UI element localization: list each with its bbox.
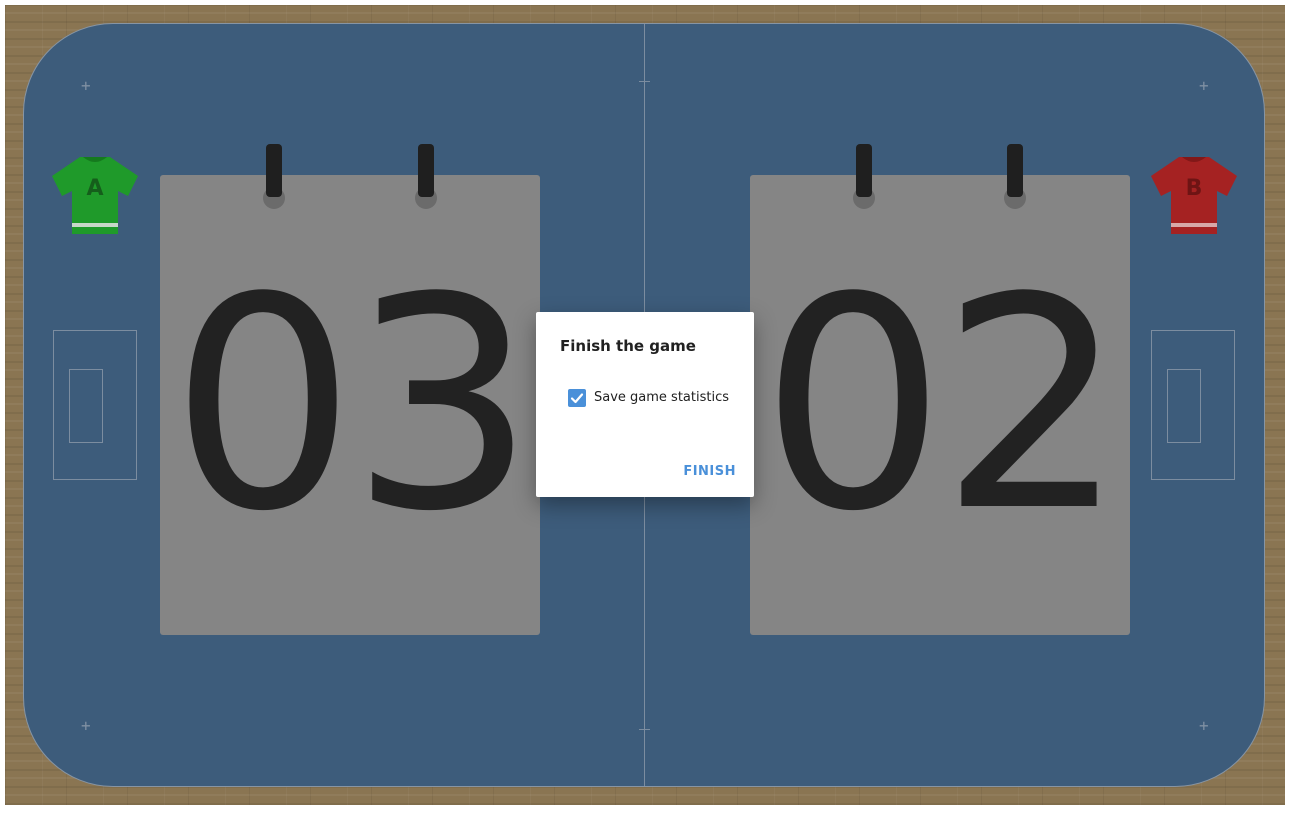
goal-area-left <box>53 330 137 480</box>
team-b-jersey-stripe <box>1171 223 1217 227</box>
team-a-card-clip-left <box>266 144 282 197</box>
save-statistics-checkbox[interactable] <box>568 389 586 407</box>
corner-mark-top-left: + <box>81 76 91 95</box>
goal-box-right <box>1167 369 1201 443</box>
team-b-jersey-letter: B <box>1186 176 1203 201</box>
finish-button[interactable]: FINISH <box>683 464 736 479</box>
goal-area-right <box>1151 330 1235 480</box>
team-a-score: 03 <box>170 235 536 575</box>
team-b-score: 02 <box>760 235 1126 575</box>
team-a-score-card[interactable]: 03 <box>160 175 540 635</box>
corner-mark-top-right: + <box>1199 76 1209 95</box>
team-a-jersey-letter: A <box>86 176 103 201</box>
center-tick-top <box>639 81 650 82</box>
corner-mark-bottom-left: + <box>81 716 91 735</box>
team-a-jersey-icon[interactable]: A <box>50 154 140 236</box>
team-b-card-clip-right <box>1007 144 1023 197</box>
team-b-jersey-icon[interactable]: B <box>1149 154 1239 236</box>
team-b-card-clip-left <box>856 144 872 197</box>
checkmark-icon <box>570 393 584 404</box>
team-a-jersey-stripe <box>72 223 118 227</box>
save-statistics-label[interactable]: Save game statistics <box>594 390 729 405</box>
corner-mark-bottom-right: + <box>1199 716 1209 735</box>
team-a-card-clip-right <box>418 144 434 197</box>
goal-box-left <box>69 369 103 443</box>
finish-game-dialog: Finish the game Save game statistics FIN… <box>536 312 754 497</box>
dialog-title: Finish the game <box>560 337 696 355</box>
center-tick-bottom <box>639 729 650 730</box>
team-b-score-card[interactable]: 02 <box>750 175 1130 635</box>
